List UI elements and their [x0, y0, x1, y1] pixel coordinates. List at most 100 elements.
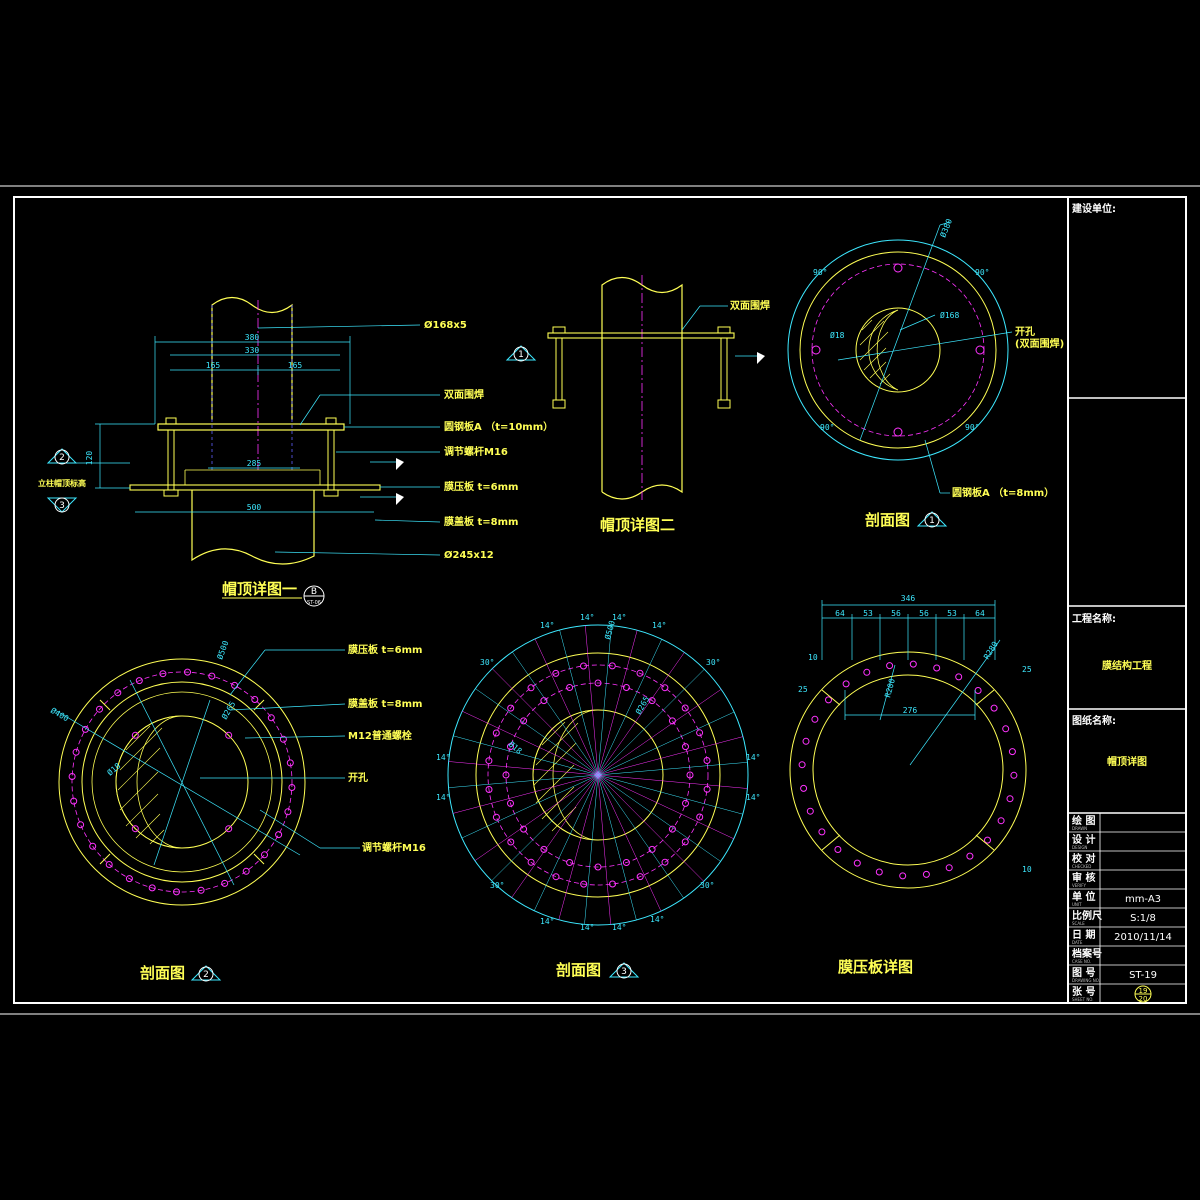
svg-text:30°: 30°: [480, 658, 494, 667]
project-name: 膜结构工程: [1102, 659, 1152, 672]
label-plate-a: 圆钢板A （t=10mm）: [444, 420, 553, 433]
svg-text:膜压板 t=6mm: 膜压板 t=6mm: [348, 643, 422, 656]
svg-text:346: 346: [901, 594, 916, 603]
dim-330: 330: [245, 346, 260, 355]
bolt-hole: [899, 872, 907, 880]
svg-text:R200: R200: [883, 677, 897, 698]
svg-text:14°: 14°: [580, 613, 594, 622]
section-1: Ø380 Ø168 Ø18 90° 90° 90° 90° 开孔 (双面围焊) …: [787, 217, 1064, 529]
bolt-hole: [922, 870, 930, 878]
detail-2-weld-label: 双面围焊: [730, 299, 770, 312]
radial-line: [597, 774, 637, 921]
radial-line: [597, 774, 748, 789]
svg-text:14°: 14°: [436, 753, 450, 762]
svg-text:(双面围焊): (双面围焊): [1015, 337, 1064, 350]
svg-text:53: 53: [863, 609, 873, 618]
svg-text:90°: 90°: [975, 268, 989, 277]
tb-sub-0: DRAWN: [1072, 826, 1087, 831]
bolt-hole: [802, 737, 810, 745]
bolt-hole: [275, 831, 283, 839]
label-weld: 双面围焊: [444, 388, 484, 401]
bolt-hole: [72, 748, 80, 756]
svg-text:3: 3: [59, 501, 65, 511]
press-plate-title: 膜压板详图: [838, 958, 913, 976]
radial-line: [585, 625, 599, 776]
bolt-hole: [251, 696, 259, 703]
section-1-title: 剖面图: [865, 511, 910, 529]
bolt-hole: [492, 813, 500, 821]
marker-1-a: 1: [505, 345, 537, 362]
svg-text:30°: 30°: [700, 881, 714, 890]
dim-500: 500: [247, 503, 262, 512]
svg-text:90°: 90°: [965, 423, 979, 432]
svg-text:1: 1: [929, 516, 935, 526]
svg-text:64: 64: [835, 609, 845, 618]
title-block: 绘 图DRAWN设 计DESIGN校 对CHECKED审 核VERIFY单 位U…: [1067, 197, 1186, 1004]
svg-text:14°: 14°: [436, 793, 450, 802]
radial-line: [597, 762, 748, 776]
bolt-hole: [997, 817, 1005, 825]
dim-165-b: 165: [288, 361, 303, 370]
bolt-hole: [990, 704, 998, 712]
radial-line: [597, 711, 735, 776]
bolt-hole: [909, 660, 917, 668]
bolt-hole: [1010, 771, 1018, 779]
svg-text:M12普通螺栓: M12普通螺栓: [348, 729, 412, 742]
svg-text:14°: 14°: [540, 621, 554, 630]
svg-text:25: 25: [798, 685, 808, 694]
sheet-total: 20: [1139, 995, 1148, 1003]
radial-line: [597, 736, 744, 776]
label-press-plate: 膜压板 t=6mm: [444, 480, 518, 493]
bolt-hole: [681, 838, 689, 846]
svg-text:90°: 90°: [820, 423, 834, 432]
svg-text:14°: 14°: [652, 621, 666, 630]
drawing-name: 帽顶详图: [1107, 755, 1147, 768]
radial-line: [597, 774, 743, 815]
section-2: Ø500 Ø400 Ø265 Ø18 膜压板 t=6mm 膜盖板 t=8mm M…: [49, 639, 426, 982]
label-pipe-bottom: Ø245x12: [444, 549, 494, 561]
svg-text:64: 64: [975, 609, 985, 618]
bolt-hole: [886, 662, 894, 670]
bolt-hole: [945, 864, 953, 872]
svg-text:56: 56: [891, 609, 901, 618]
marker-3: 3: [46, 497, 78, 513]
marker-3-b: 3: [608, 962, 640, 979]
svg-text:R280: R280: [982, 640, 1000, 661]
radial-line: [597, 774, 734, 840]
label-elev: 立柱帽顶标高: [38, 478, 86, 488]
tb-sub-5: SCALE: [1072, 921, 1085, 926]
bolt-hole: [1008, 748, 1016, 756]
tb-value-5: S:1/8: [1130, 913, 1156, 924]
radial-line: [534, 638, 599, 776]
tb-sub-3: VERIFY: [1072, 883, 1087, 888]
svg-text:10: 10: [808, 653, 818, 662]
svg-text:2: 2: [203, 970, 209, 980]
bolt-hole: [818, 828, 826, 836]
svg-text:Ø265: Ø265: [633, 694, 651, 716]
svg-text:10: 10: [1022, 865, 1032, 874]
svg-text:14°: 14°: [612, 923, 626, 932]
tb-value-8: ST-19: [1129, 970, 1157, 981]
svg-text:Ø500: Ø500: [214, 639, 230, 661]
drawing-sheet: 绘 图DRAWN设 计DESIGN校 对CHECKED审 核VERIFY单 位U…: [0, 185, 1200, 1015]
tb-value-4: mm-A3: [1125, 894, 1161, 905]
svg-text:14°: 14°: [540, 917, 554, 926]
bolt-hole: [955, 673, 963, 681]
bolt-hole: [552, 873, 560, 881]
svg-text:30°: 30°: [490, 881, 504, 890]
dim-285: 285: [247, 459, 262, 468]
bolt-hole: [842, 680, 850, 688]
radial-line: [452, 774, 599, 814]
radial-line: [461, 774, 599, 839]
bolt-hole: [800, 784, 808, 792]
press-plate-detail: 346 64 53 56 56 53 64 R280 R200 276 10 2…: [789, 594, 1032, 976]
marker-2-b: 2: [190, 965, 222, 982]
bolt-hole: [566, 859, 574, 866]
svg-text:2: 2: [59, 453, 65, 463]
section-3-title: 剖面图: [556, 961, 601, 979]
bolt-hole: [811, 715, 819, 723]
svg-text:Ø380: Ø380: [938, 217, 955, 239]
radial-line: [597, 630, 638, 776]
detail-1-title: 帽顶详图一: [222, 580, 297, 598]
svg-text:开孔: 开孔: [348, 771, 368, 784]
